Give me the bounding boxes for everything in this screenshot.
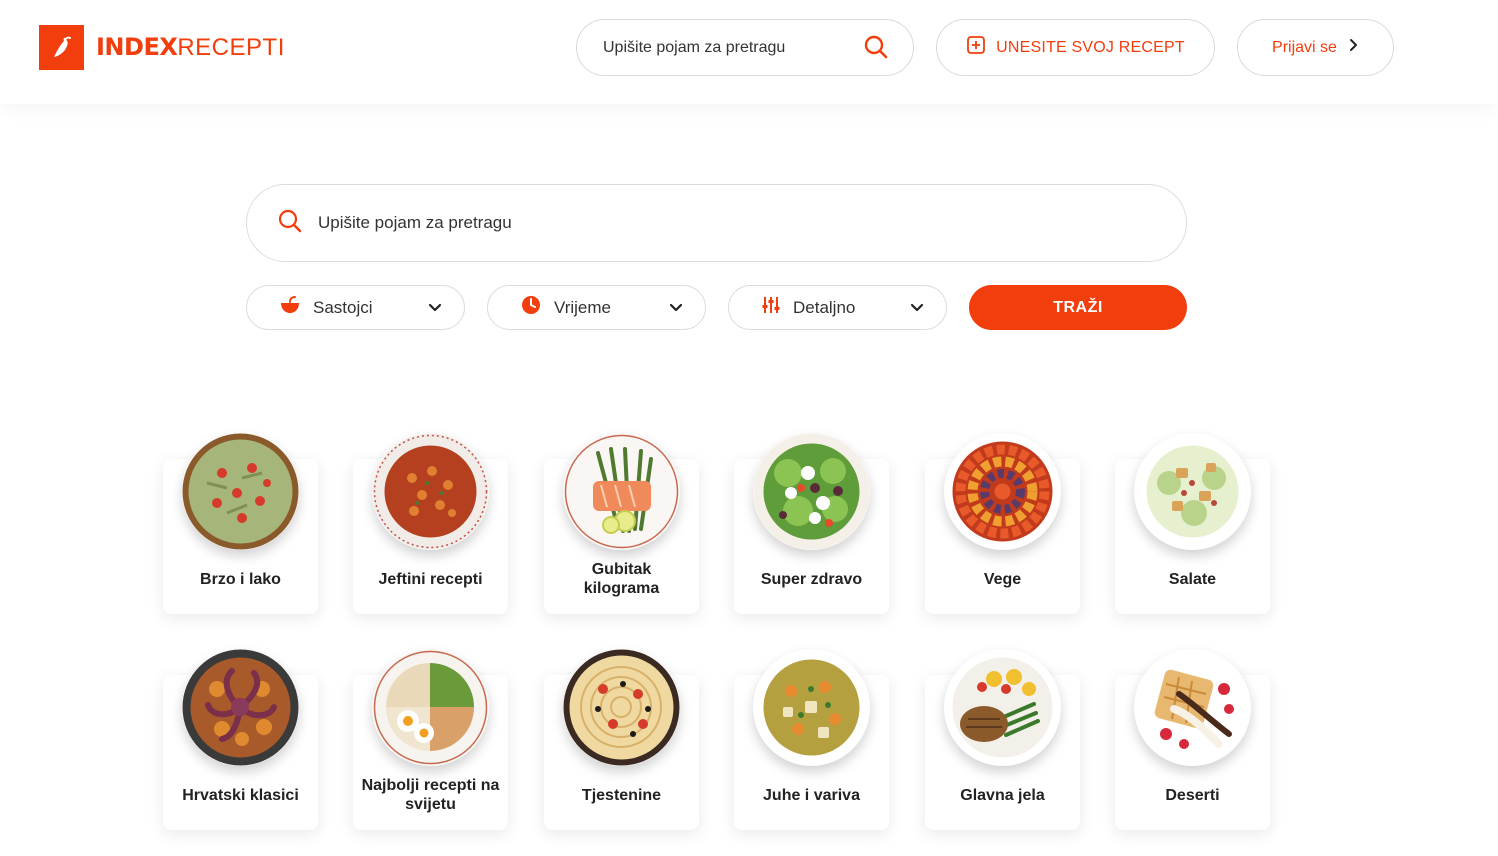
search-submit-button[interactable]: TRAŽI (969, 285, 1187, 330)
category-card[interactable]: Brzo i lako (163, 433, 318, 614)
header-search-input[interactable]: Upišite pojam za pretragu (576, 19, 914, 76)
category-label: Juhe i variva (763, 786, 860, 804)
logo-index: INDEX (96, 33, 178, 61)
octopus-stew-image (182, 649, 299, 766)
salmon-asparagus-image (563, 433, 680, 550)
chevron-down-icon (428, 298, 442, 318)
ratatouille-image (944, 433, 1061, 550)
login-button[interactable]: Prijavi se (1237, 19, 1394, 76)
caesar-salad-image (1134, 433, 1251, 550)
category-label: Deserti (1165, 786, 1220, 804)
grilled-meat-image (944, 649, 1061, 766)
clock-icon (520, 294, 542, 321)
time-dropdown[interactable]: Vrijeme (487, 285, 706, 330)
chevron-right-icon (1349, 38, 1359, 57)
sliders-icon (761, 295, 781, 320)
pasta-dish-image (182, 433, 299, 550)
category-card[interactable]: Salate (1115, 433, 1270, 614)
chevron-down-icon (669, 298, 683, 318)
category-label: Salate (1168, 570, 1217, 588)
details-dropdown[interactable]: Detaljno (728, 285, 947, 330)
category-label: Gubitak kilograma (583, 561, 660, 597)
chicken-rice-bowl-image (372, 649, 489, 766)
waffle-dessert-image (1134, 649, 1251, 766)
category-card[interactable]: Gubitak kilograma (544, 433, 699, 614)
ingredients-dropdown[interactable]: Sastojci (246, 285, 465, 330)
category-card[interactable]: Juhe i variva (734, 649, 889, 830)
time-label: Vrijeme (554, 297, 611, 317)
category-card[interactable]: Glavna jela (925, 649, 1080, 830)
site-logo[interactable]: INDEXRECEPTI (39, 25, 285, 70)
spaghetti-image (563, 649, 680, 766)
category-card[interactable]: Tjestenine (544, 649, 699, 830)
category-label: Tjestenine (581, 786, 662, 804)
chili-logo-icon (39, 25, 84, 70)
details-label: Detaljno (793, 297, 856, 317)
category-card[interactable]: Super zdravo (734, 433, 889, 614)
add-recipe-button[interactable]: UNESITE SVOJ RECEPT (936, 19, 1215, 76)
chevron-down-icon (910, 298, 924, 318)
category-card[interactable]: Vege (925, 433, 1080, 614)
category-label: Brzo i lako (200, 570, 281, 588)
category-card[interactable]: Jeftini recepti (353, 433, 508, 614)
main-search-placeholder: Upišite pojam za pretragu (318, 213, 512, 232)
bowl-icon (279, 295, 301, 320)
login-label: Prijavi se (1272, 38, 1337, 56)
logo-wordmark: INDEXRECEPTI (96, 33, 285, 62)
site-header: INDEXRECEPTI Upišite pojam za pretragu U… (0, 0, 1498, 104)
category-card[interactable]: Najbolji recepti na svijetu (353, 649, 508, 830)
green-salad-image (753, 433, 870, 550)
category-label: Super zdravo (760, 570, 863, 588)
category-label: Najbolji recepti na svijetu (361, 777, 500, 813)
category-label: Vege (983, 570, 1022, 588)
category-label: Hrvatski klasici (182, 786, 299, 804)
plus-square-icon (966, 35, 986, 60)
chickpea-stew-image (372, 433, 489, 550)
search-icon (277, 208, 303, 239)
category-label: Jeftini recepti (378, 570, 483, 588)
category-label: Glavna jela (960, 786, 1045, 804)
ingredients-label: Sastojci (313, 297, 373, 317)
category-card[interactable]: Hrvatski klasici (163, 649, 318, 830)
category-card[interactable]: Deserti (1115, 649, 1270, 830)
search-icon[interactable] (863, 34, 889, 65)
logo-recepti: RECEPTI (177, 34, 285, 61)
add-recipe-label: UNESITE SVOJ RECEPT (996, 38, 1185, 56)
main-search-input[interactable]: Upišite pojam za pretragu (246, 184, 1187, 262)
vegetable-soup-image (753, 649, 870, 766)
